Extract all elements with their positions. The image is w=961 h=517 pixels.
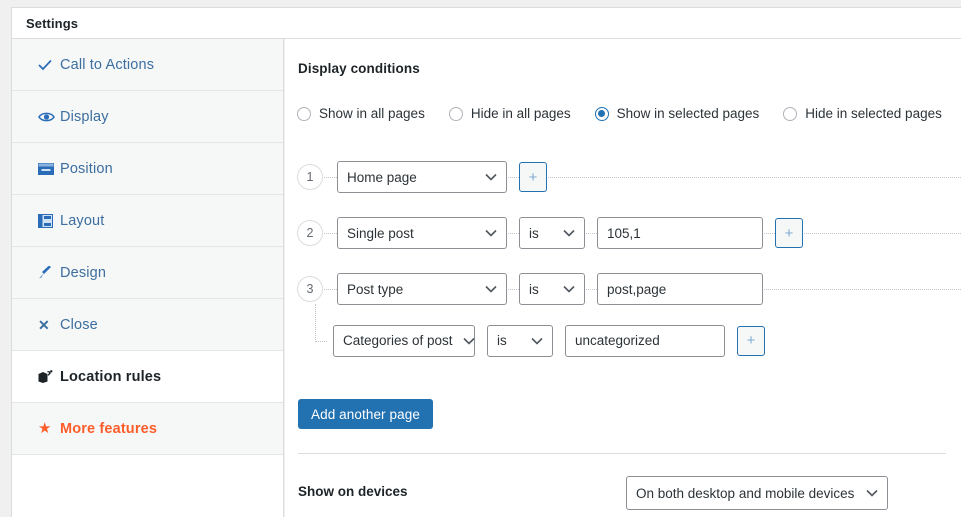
rule-value-input[interactable]: post,page bbox=[597, 273, 763, 305]
show-on-devices-select[interactable]: On both desktop and mobile devices bbox=[626, 476, 888, 510]
radio-option-hide-in-selected-pages[interactable]: Hide in selected pages bbox=[783, 106, 942, 121]
close-icon: ✕ bbox=[38, 316, 50, 333]
condition-sub-rule-row: Categories of post is uncategorized + bbox=[285, 304, 961, 364]
add-condition-button[interactable]: + bbox=[775, 218, 803, 248]
radio-option-show-in-selected-pages[interactable]: Show in selected pages bbox=[594, 106, 760, 121]
window-title: Settings bbox=[26, 15, 79, 31]
radio-label: Show in selected pages bbox=[616, 106, 760, 121]
rule-index-badge: 2 bbox=[297, 220, 323, 246]
chevron-down-icon bbox=[531, 337, 543, 345]
radio-button[interactable] bbox=[594, 106, 609, 121]
rule-condition-select-value: Home page bbox=[347, 169, 417, 185]
radio-button[interactable] bbox=[783, 106, 798, 121]
chevron-down-icon bbox=[563, 285, 575, 293]
layout-icon bbox=[38, 213, 60, 228]
add-sub-condition-button[interactable]: + bbox=[737, 325, 765, 356]
settings-sidebar: Call to Actions Display Position Layout Desi… bbox=[11, 39, 284, 517]
condition-rule-row: 1 Home page + bbox=[285, 149, 961, 205]
section-divider bbox=[298, 453, 946, 454]
sidebar-nav-list: Call to Actions Display Position Layout Desi… bbox=[12, 39, 283, 455]
sidebar-item-call-to-actions[interactable]: Call to Actions bbox=[12, 39, 283, 91]
rule-condition-select-value: Single post bbox=[347, 225, 414, 241]
radio-button[interactable] bbox=[297, 106, 311, 121]
sidebar-item-close[interactable]: ✕ Close bbox=[12, 299, 283, 351]
rule-index-badge: 1 bbox=[297, 164, 323, 190]
chevron-down-icon bbox=[485, 285, 497, 293]
sub-rule-operator-select-value: is bbox=[497, 333, 507, 348]
radio-label: Hide in selected pages bbox=[805, 106, 942, 121]
main-panel: Display conditions Show in all pages Hide… bbox=[285, 39, 961, 517]
show-on-devices-select-wrap: On both desktop and mobile devices bbox=[626, 476, 888, 510]
sidebar-item-label: Display bbox=[60, 108, 109, 125]
radio-option-show-in-all-pages[interactable]: Show in all pages bbox=[297, 106, 425, 121]
sidebar-item-label: Location rules bbox=[60, 368, 162, 385]
sub-rule-connector bbox=[315, 304, 327, 342]
sidebar-item-label: Close bbox=[60, 316, 98, 333]
sidebar-item-layout[interactable]: Layout bbox=[12, 195, 283, 247]
rule-operator-select[interactable]: is bbox=[519, 217, 585, 249]
condition-rules-list: 1 Home page +2 Single post is 105,1 +3 Post typ… bbox=[285, 149, 961, 364]
map-pin-icon bbox=[38, 369, 60, 384]
rule-operator-select-value: is bbox=[529, 225, 539, 241]
chevron-down-icon bbox=[866, 489, 878, 497]
brush-icon bbox=[38, 265, 60, 280]
show-on-devices-value: On both desktop and mobile devices bbox=[636, 485, 855, 501]
display-conditions-radio-group: Show in all pages Hide in all pages Show i… bbox=[297, 106, 942, 121]
radio-label: Hide in all pages bbox=[470, 106, 571, 121]
sidebar-item-display[interactable]: Display bbox=[12, 91, 283, 143]
rule-value-input-value: 105,1 bbox=[607, 225, 641, 241]
sidebar-item-position[interactable]: Position bbox=[12, 143, 283, 195]
chevron-down-icon bbox=[462, 337, 475, 345]
rule-condition-select[interactable]: Home page bbox=[337, 161, 507, 193]
chevron-down-icon bbox=[485, 173, 497, 181]
chevron-down-icon bbox=[485, 229, 497, 237]
sub-rule-operator-select[interactable]: is bbox=[487, 324, 553, 357]
sub-rule-value-input[interactable]: uncategorized bbox=[565, 324, 725, 357]
check-icon bbox=[38, 59, 60, 71]
window-titlebar: Settings bbox=[11, 7, 961, 39]
settings-window: Settings Call to Actions Display Position L… bbox=[0, 0, 961, 517]
rule-index-badge: 3 bbox=[297, 276, 323, 302]
rule-condition-select-value: Post type bbox=[347, 281, 404, 297]
condition-rule-row: 2 Single post is 105,1 + bbox=[285, 205, 961, 261]
sidebar-item-label: Design bbox=[60, 264, 107, 281]
add-another-page-button[interactable]: Add another page bbox=[298, 399, 433, 429]
show-on-devices-label: Show on devices bbox=[298, 484, 408, 499]
eye-icon bbox=[38, 111, 60, 123]
radio-label: Show in all pages bbox=[319, 106, 425, 121]
sub-rule-value-input-value: uncategorized bbox=[575, 333, 660, 348]
condition-rule-row: 3 Post type is post,page bbox=[285, 261, 961, 317]
sidebar-item-label: Call to Actions bbox=[60, 56, 155, 73]
sidebar-item-more-features[interactable]: ★ More features bbox=[12, 403, 283, 455]
chevron-down-icon bbox=[563, 229, 575, 237]
position-icon bbox=[38, 162, 60, 176]
rule-condition-select[interactable]: Post type bbox=[337, 273, 507, 305]
add-condition-button[interactable]: + bbox=[519, 162, 547, 192]
sidebar-empty-space bbox=[12, 455, 283, 511]
star-icon: ★ bbox=[38, 420, 52, 437]
sidebar-item-design[interactable]: Design bbox=[12, 247, 283, 299]
rule-value-input[interactable]: 105,1 bbox=[597, 217, 763, 249]
condition-rule-group: 1 Home page + bbox=[285, 149, 961, 205]
page-title: Display conditions bbox=[298, 61, 420, 76]
sub-rule-condition-select[interactable]: Categories of post bbox=[333, 324, 475, 357]
rule-value-input-value: post,page bbox=[607, 281, 667, 297]
sub-rule-condition-select-value: Categories of post bbox=[343, 333, 453, 348]
rule-operator-select[interactable]: is bbox=[519, 273, 585, 305]
sidebar-item-location-rules[interactable]: Location rules bbox=[12, 351, 283, 403]
rule-condition-select[interactable]: Single post bbox=[337, 217, 507, 249]
radio-option-hide-in-all-pages[interactable]: Hide in all pages bbox=[448, 106, 571, 121]
condition-rule-group: 3 Post type is post,page Categories of post i… bbox=[285, 261, 961, 364]
sidebar-item-label: Position bbox=[60, 160, 113, 177]
sidebar-item-label: More features bbox=[60, 420, 158, 437]
radio-button[interactable] bbox=[448, 106, 463, 121]
rule-operator-select-value: is bbox=[529, 281, 539, 297]
sidebar-item-label: Layout bbox=[60, 212, 105, 229]
condition-rule-group: 2 Single post is 105,1 + bbox=[285, 205, 961, 261]
